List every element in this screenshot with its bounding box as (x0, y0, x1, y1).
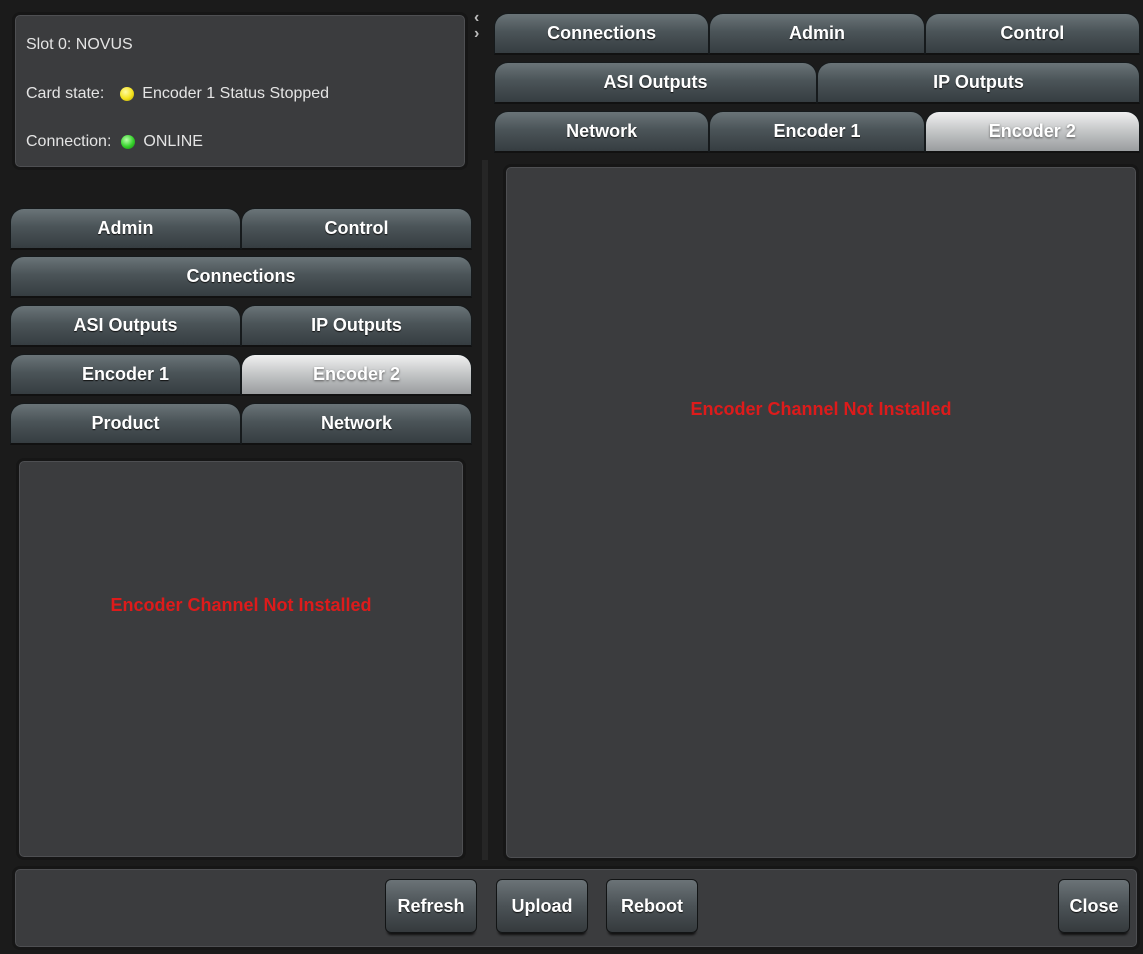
connection-row: Connection: ONLINE (26, 133, 203, 151)
slot-label: Slot 0: NOVUS (26, 36, 133, 53)
right-tab-encoder-1[interactable]: Encoder 1 (709, 111, 925, 153)
reboot-button[interactable]: Reboot (606, 879, 698, 933)
right-tab-asi-outputs[interactable]: ASI Outputs (494, 62, 817, 104)
slot-row: Slot 0: NOVUS (26, 36, 133, 54)
chevron-left-icon[interactable]: ‹ (474, 10, 479, 26)
right-tab-network[interactable]: Network (494, 111, 710, 153)
left-tab-row-1: Admin Control (10, 208, 472, 250)
connection-label: Connection: (26, 133, 112, 150)
right-tab-encoder-2[interactable]: Encoder 2 (924, 111, 1140, 153)
close-button[interactable]: Close (1058, 879, 1130, 933)
refresh-button[interactable]: Refresh (385, 879, 477, 933)
card-state-label: Card state: (26, 85, 105, 102)
left-tab-ip-outputs[interactable]: IP Outputs (241, 305, 472, 347)
left-tab-admin[interactable]: Admin (10, 208, 241, 250)
right-tab-row-1: Connections Admin Control (494, 13, 1140, 55)
right-content-panel: Encoder Channel Not Installed (503, 164, 1139, 861)
left-tab-asi-outputs[interactable]: ASI Outputs (10, 305, 241, 347)
right-tab-row-2: ASI Outputs IP Outputs (494, 62, 1140, 104)
left-tab-row-5: Product Network (10, 403, 472, 445)
right-tab-control[interactable]: Control (924, 13, 1140, 55)
chevron-right-icon[interactable]: › (474, 26, 479, 42)
right-tab-admin[interactable]: Admin (709, 13, 925, 55)
right-tab-ip-outputs[interactable]: IP Outputs (817, 62, 1140, 104)
left-content-panel: Encoder Channel Not Installed (16, 458, 466, 860)
collapse-panel-icon[interactable]: ‹ › (474, 10, 479, 42)
left-tab-control[interactable]: Control (241, 208, 472, 250)
card-state-value: Encoder 1 Status Stopped (142, 85, 330, 102)
left-tab-connections[interactable]: Connections (10, 256, 472, 298)
left-tab-row-2: Connections (10, 256, 472, 298)
left-not-installed-message: Encoder Channel Not Installed (110, 595, 372, 615)
left-tab-product[interactable]: Product (10, 403, 241, 445)
left-tab-encoder-1[interactable]: Encoder 1 (10, 354, 241, 396)
upload-button[interactable]: Upload (496, 879, 588, 933)
left-tab-encoder-2[interactable]: Encoder 2 (241, 354, 472, 396)
card-state-row: Card state: Encoder 1 Status Stopped (26, 85, 329, 103)
right-tab-connections[interactable]: Connections (494, 13, 710, 55)
panel-divider[interactable] (482, 160, 488, 860)
right-tab-row-3: Network Encoder 1 Encoder 2 (494, 111, 1140, 153)
connection-led-icon (121, 135, 136, 149)
right-not-installed-message: Encoder Channel Not Installed (690, 399, 952, 419)
left-tab-row-4: Encoder 1 Encoder 2 (10, 354, 472, 396)
left-tab-network[interactable]: Network (241, 403, 472, 445)
connection-value: ONLINE (143, 133, 203, 150)
left-tab-row-3: ASI Outputs IP Outputs (10, 305, 472, 347)
card-state-led-icon (120, 87, 135, 101)
